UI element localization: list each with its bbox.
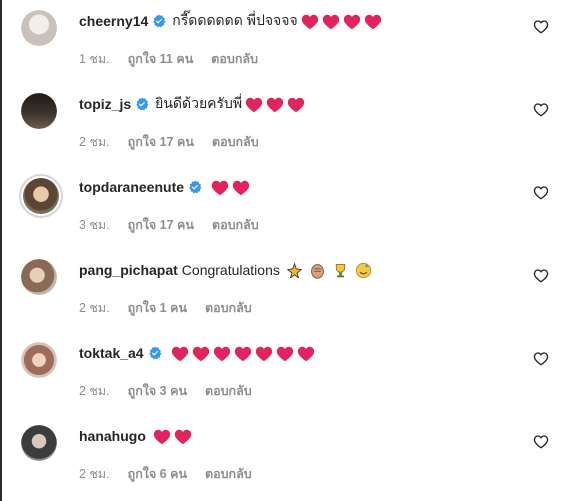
comment-time[interactable]: 1 ชม. bbox=[79, 49, 110, 69]
verified-badge-icon bbox=[136, 97, 149, 111]
heart-emoji-group bbox=[208, 178, 250, 195]
clapping-hands-emoji bbox=[310, 263, 324, 279]
heart-emoji-group bbox=[298, 12, 382, 29]
verified-badge-icon bbox=[148, 346, 162, 360]
red-heart-emoji bbox=[276, 346, 293, 361]
comment-likes[interactable]: ถูกใจ 1 คน bbox=[128, 298, 187, 318]
reply-button[interactable]: ตอบกลับ bbox=[205, 298, 252, 318]
red-heart-emoji bbox=[287, 97, 305, 112]
red-heart-emoji bbox=[211, 180, 229, 195]
red-heart-emoji bbox=[171, 346, 188, 361]
comment-time[interactable]: 3 ชม. bbox=[79, 215, 110, 235]
red-heart-emoji bbox=[266, 97, 284, 112]
reply-button[interactable]: ตอบกลับ bbox=[212, 132, 259, 152]
comment-item: toktak_a4 2 ชม. ถูกใจ 3 คน ตอบกลับ bbox=[0, 332, 564, 415]
comment-item: pang_pichapat Congratulations 2 ชม. ถูกใ… bbox=[0, 249, 564, 332]
comment-username[interactable]: toktak_a4 bbox=[79, 345, 144, 361]
like-heart-icon[interactable] bbox=[533, 185, 549, 201]
like-heart-icon[interactable] bbox=[533, 102, 549, 118]
comment-time[interactable]: 2 ชม. bbox=[79, 464, 110, 484]
reply-button[interactable]: ตอบกลับ bbox=[205, 464, 252, 484]
red-heart-emoji bbox=[174, 429, 192, 444]
comment-time[interactable]: 2 ชม. bbox=[79, 381, 110, 401]
like-heart-icon[interactable] bbox=[533, 19, 549, 35]
red-heart-emoji bbox=[232, 180, 250, 195]
comment-item: topdaraneenute 3 ชม. ถูกใจ 17 คน ตอบกลับ bbox=[0, 166, 564, 249]
comment-username[interactable]: pang_pichapat bbox=[79, 262, 178, 278]
red-heart-emoji bbox=[301, 14, 318, 29]
comment-username[interactable]: topiz_js bbox=[79, 96, 131, 112]
comment-item: hanahugo 2 ชม. ถูกใจ 6 คน ตอบกลับ bbox=[0, 415, 564, 498]
like-heart-icon[interactable] bbox=[533, 351, 549, 367]
verified-badge-icon bbox=[153, 14, 166, 28]
avatar[interactable] bbox=[21, 259, 57, 295]
party-face-emoji bbox=[355, 262, 372, 278]
comment-list: cheerny14 กรี๊ดดดดดด พี่ปจจจจ 1 ชม. ถูกใ… bbox=[0, 0, 564, 498]
red-heart-emoji bbox=[245, 97, 263, 112]
reply-button[interactable]: ตอบกลับ bbox=[205, 381, 252, 401]
comment-item: cheerny14 กรี๊ดดดดดด พี่ปจจจจ 1 ชม. ถูกใ… bbox=[0, 0, 564, 83]
avatar[interactable] bbox=[21, 93, 57, 129]
red-heart-emoji bbox=[364, 14, 381, 29]
avatar[interactable] bbox=[21, 342, 57, 378]
like-heart-icon[interactable] bbox=[533, 268, 549, 284]
trophy-emoji bbox=[335, 263, 346, 277]
heart-emoji-group bbox=[242, 95, 305, 112]
red-heart-emoji bbox=[343, 14, 360, 29]
comment-likes[interactable]: ถูกใจ 6 คน bbox=[128, 464, 187, 484]
red-heart-emoji bbox=[153, 429, 171, 444]
comment-text: Congratulations bbox=[181, 262, 280, 278]
avatar[interactable] bbox=[19, 174, 63, 218]
heart-emoji-group bbox=[168, 344, 315, 361]
avatar[interactable] bbox=[21, 425, 57, 461]
red-heart-emoji bbox=[213, 346, 230, 361]
raised-hands-emoji bbox=[286, 261, 303, 279]
reply-button[interactable]: ตอบกลับ bbox=[212, 215, 259, 235]
comment-text: กรี๊ดดดดดด พี่ปจจจจ bbox=[172, 12, 298, 28]
like-heart-icon[interactable] bbox=[533, 434, 549, 450]
comment-likes[interactable]: ถูกใจ 17 คน bbox=[128, 215, 194, 235]
comment-time[interactable]: 2 ชม. bbox=[79, 132, 110, 152]
comment-likes[interactable]: ถูกใจ 11 คน bbox=[128, 49, 194, 69]
red-heart-emoji bbox=[322, 14, 339, 29]
comment-item: topiz_js ยินดีด้วยครับพี่ 2 ชม. ถูกใจ 17… bbox=[0, 83, 564, 166]
verified-badge-icon bbox=[189, 180, 202, 194]
comment-text: ยินดีด้วยครับพี่ bbox=[155, 95, 243, 111]
comment-likes[interactable]: ถูกใจ 3 คน bbox=[128, 381, 187, 401]
comment-time[interactable]: 2 ชม. bbox=[79, 298, 110, 318]
red-heart-emoji bbox=[297, 346, 314, 361]
comment-username[interactable]: cheerny14 bbox=[79, 13, 148, 29]
heart-emoji-group bbox=[150, 427, 192, 444]
comment-username[interactable]: hanahugo bbox=[79, 428, 146, 444]
avatar[interactable] bbox=[21, 10, 57, 46]
red-heart-emoji bbox=[255, 346, 272, 361]
comment-username[interactable]: topdaraneenute bbox=[79, 179, 184, 195]
red-heart-emoji bbox=[192, 346, 209, 361]
red-heart-emoji bbox=[234, 346, 251, 361]
reply-button[interactable]: ตอบกลับ bbox=[211, 49, 258, 69]
comment-likes[interactable]: ถูกใจ 17 คน bbox=[128, 132, 194, 152]
